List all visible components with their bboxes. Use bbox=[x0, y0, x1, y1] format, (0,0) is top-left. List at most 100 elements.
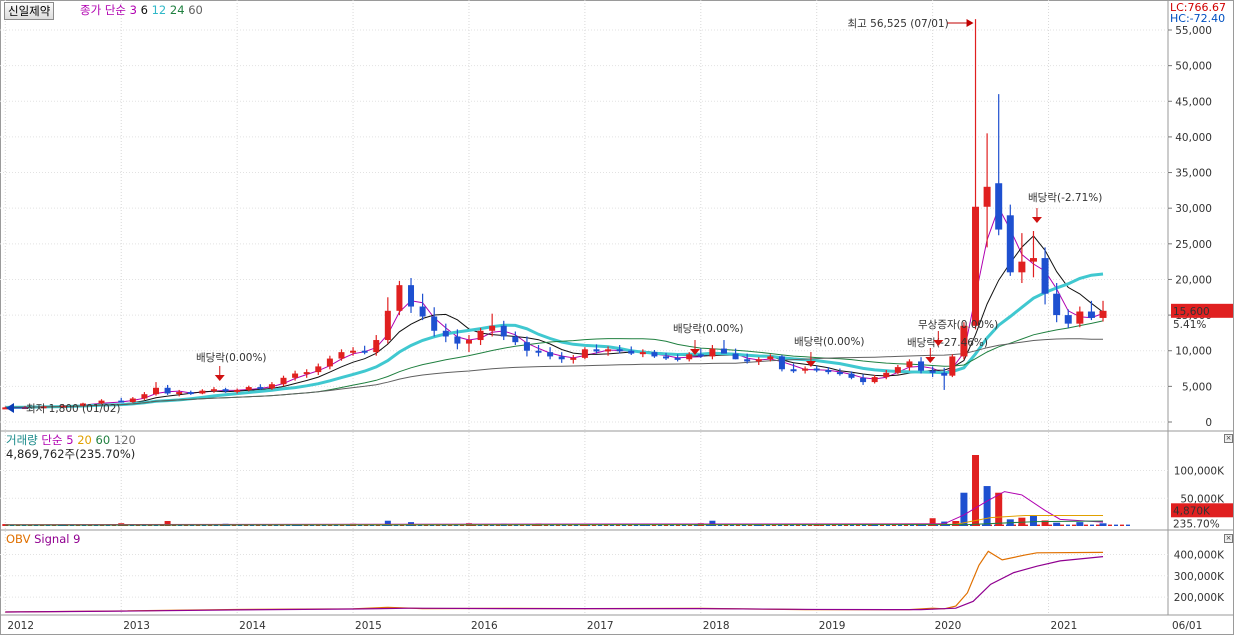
y-tick-label: 10,000 bbox=[1175, 346, 1212, 358]
vol-bar-small bbox=[1126, 524, 1130, 526]
x-tick-label: 2014 bbox=[239, 620, 266, 632]
stock-name-button[interactable]: 신일제약 bbox=[4, 2, 55, 20]
candle bbox=[512, 331, 519, 346]
candle bbox=[1087, 300, 1095, 321]
vol-bar bbox=[983, 486, 991, 526]
x-tick-label: 2016 bbox=[471, 620, 498, 632]
vol-bar bbox=[972, 455, 980, 526]
y-tick-label: 40,000 bbox=[1175, 132, 1212, 144]
candle-body bbox=[883, 372, 890, 378]
candle-body bbox=[929, 370, 936, 373]
candle bbox=[477, 327, 484, 346]
event-arrow-head bbox=[214, 375, 225, 381]
candle-body bbox=[906, 361, 913, 368]
event-annotation: 무상증자(0.00%) bbox=[918, 319, 998, 331]
candle-body bbox=[894, 367, 901, 373]
x-tick-label: 2012 bbox=[7, 620, 34, 632]
ma-period-6: 6 bbox=[140, 3, 148, 17]
candle-body bbox=[628, 350, 635, 354]
candle-body bbox=[292, 373, 299, 378]
candle-body bbox=[164, 387, 171, 394]
event-annotation: 배당락(0.00%) bbox=[794, 336, 865, 348]
candle-body bbox=[558, 356, 565, 360]
candle bbox=[547, 347, 554, 360]
candle bbox=[523, 336, 530, 357]
candle-body bbox=[199, 390, 206, 394]
volume-ma-title: 단순 bbox=[41, 433, 63, 447]
candle-body bbox=[315, 366, 322, 373]
candle-body bbox=[593, 349, 600, 352]
volume-ma-120: 120 bbox=[113, 433, 136, 447]
x-tick-label: 2019 bbox=[819, 620, 846, 632]
obv-close-icon[interactable]: × bbox=[1224, 534, 1233, 543]
obv-y-tick-label: 400,000K bbox=[1174, 550, 1225, 562]
candle-body bbox=[512, 336, 519, 343]
current-change-label: 5.41% bbox=[1173, 319, 1206, 331]
volume-ma-60: 60 bbox=[95, 433, 111, 447]
candle-body bbox=[187, 392, 194, 395]
candle-body bbox=[431, 316, 438, 331]
vol-current-label: 4,870K bbox=[1173, 505, 1211, 517]
volume-title: 거래량 bbox=[6, 433, 38, 447]
x-tick-label: 2020 bbox=[935, 620, 962, 632]
candle-body bbox=[1099, 310, 1107, 318]
ma-period-60: 60 bbox=[188, 3, 203, 17]
candle bbox=[570, 355, 577, 364]
candle-body bbox=[732, 353, 739, 360]
candle bbox=[972, 19, 980, 330]
volume-close-icon[interactable]: × bbox=[1224, 434, 1233, 443]
candle bbox=[210, 387, 217, 393]
candle bbox=[315, 363, 322, 375]
candle bbox=[906, 359, 913, 371]
candle-body bbox=[303, 372, 310, 375]
candle-body bbox=[419, 306, 426, 317]
candle bbox=[1099, 300, 1107, 322]
hc-label: HC:-72.40 bbox=[1170, 12, 1226, 25]
y-tick-label: 45,000 bbox=[1175, 96, 1212, 108]
y-tick-label: 20,000 bbox=[1175, 274, 1212, 286]
obv-y-tick-label: 300,000K bbox=[1174, 571, 1225, 583]
chart-canvas[interactable]: 2012 2013 2014 2015 2016 2017 2018 2019 2020 2021… bbox=[0, 0, 1234, 635]
vol-bar bbox=[1099, 523, 1107, 526]
candle bbox=[1006, 204, 1014, 276]
candle-body bbox=[790, 369, 797, 372]
candle-body bbox=[268, 384, 275, 389]
candle-body bbox=[141, 394, 148, 399]
candle bbox=[709, 345, 716, 360]
volume-info: 4,869,762주(235.70%) bbox=[6, 447, 136, 461]
chart-window: 2012 2013 2014 2015 2016 2017 2018 2019 2020 2021… bbox=[0, 0, 1234, 635]
candle-body bbox=[860, 377, 867, 383]
y-tick-label: 25,000 bbox=[1175, 239, 1212, 251]
candle-body bbox=[465, 340, 472, 344]
candle bbox=[199, 389, 206, 395]
vol-bar-small bbox=[1096, 524, 1100, 526]
candle bbox=[431, 307, 438, 337]
candle-body bbox=[767, 356, 774, 360]
candle-body bbox=[871, 377, 878, 383]
candle-body bbox=[616, 349, 623, 352]
vol-bar bbox=[1029, 515, 1037, 526]
candle-body bbox=[477, 330, 484, 341]
candle-body bbox=[744, 359, 751, 362]
candle-body bbox=[1053, 293, 1061, 316]
vol-bar-small bbox=[1108, 524, 1112, 526]
vol-bar-small bbox=[1048, 524, 1052, 526]
candle-body bbox=[918, 361, 925, 371]
candle-body bbox=[326, 358, 333, 367]
candle-body bbox=[570, 357, 577, 360]
candle-body bbox=[454, 336, 461, 344]
candle bbox=[720, 340, 727, 354]
candle-body bbox=[1041, 258, 1049, 294]
candle-body bbox=[848, 373, 855, 378]
candle bbox=[326, 355, 333, 370]
candle-body bbox=[639, 352, 646, 355]
event-arrow-head bbox=[1031, 217, 1042, 223]
candle-body bbox=[778, 356, 785, 370]
candle-body bbox=[384, 310, 391, 341]
candle bbox=[983, 133, 991, 248]
vol-bar-small bbox=[1120, 524, 1124, 526]
y-tick-label: 5,000 bbox=[1182, 381, 1212, 393]
vol-bar bbox=[995, 492, 1003, 526]
candle-body bbox=[373, 340, 380, 353]
y-tick-label: 50,000 bbox=[1175, 61, 1212, 73]
